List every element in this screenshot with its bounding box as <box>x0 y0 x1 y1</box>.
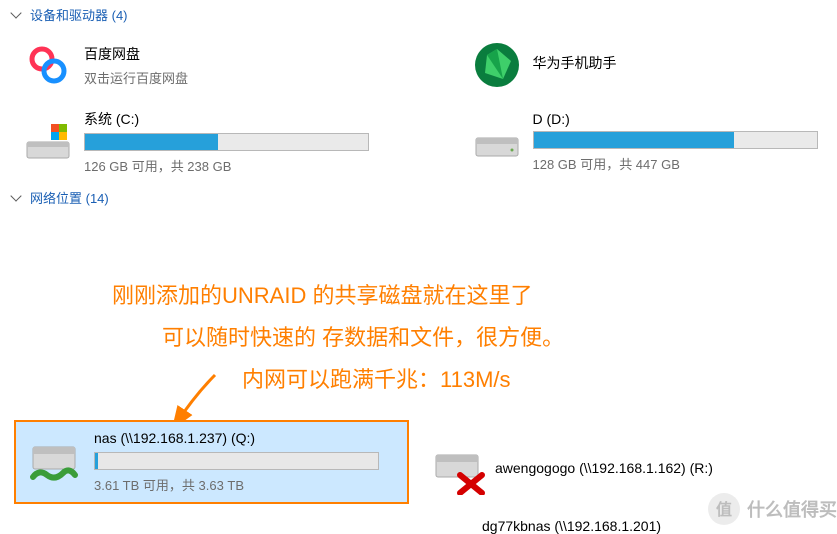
devices-section-header[interactable]: 设备和驱动器 (4) <box>0 0 837 29</box>
network-drive-partial: dg77kbnas (\\192.168.1.201) <box>482 518 661 534</box>
devices-section-title: 设备和驱动器 (4) <box>30 5 128 24</box>
drive-usage-bar <box>84 133 369 151</box>
drive-label: 系统 (C:) <box>84 109 379 129</box>
chevron-down-icon <box>10 190 21 201</box>
app-title: 华为手机助手 <box>533 53 828 73</box>
chevron-down-icon <box>10 7 21 18</box>
svg-text:值: 值 <box>716 500 732 519</box>
huawei-assistant-icon <box>469 37 525 93</box>
devices-apps-row: 百度网盘 双击运行百度网盘 华为手机助手 <box>0 29 837 101</box>
drive-usage-bar <box>533 131 818 149</box>
app-baidu-netdisk[interactable]: 百度网盘 双击运行百度网盘 <box>20 37 379 93</box>
drive-icon <box>20 114 76 170</box>
app-title: 百度网盘 <box>84 44 379 64</box>
watermark-text: 什么值得买 <box>747 496 837 522</box>
network-drive-disconnected-icon <box>427 444 487 496</box>
drive-icon <box>469 114 525 170</box>
drive-c[interactable]: 系统 (C:) 126 GB 可用，共 238 GB <box>20 109 379 175</box>
app-subtitle: 双击运行百度网盘 <box>84 68 379 87</box>
annotation-line1: 刚刚添加的UNRAID 的共享磁盘就在这里了 <box>112 275 564 317</box>
network-drive-usage-text: 3.61 TB 可用，共 3.63 TB <box>94 475 399 494</box>
network-drive-nas[interactable]: nas (\\192.168.1.237) (Q:) 3.61 TB 可用，共 … <box>14 420 409 504</box>
drive-usage-text: 126 GB 可用，共 238 GB <box>84 156 379 175</box>
network-drive-label: nas (\\192.168.1.237) (Q:) <box>94 430 399 446</box>
network-section-title: 网络位置 (14) <box>30 188 109 207</box>
watermark: 值 什么值得买 <box>707 492 837 526</box>
network-section-header[interactable]: 网络位置 (14) <box>0 183 837 212</box>
baidu-netdisk-icon <box>20 37 76 93</box>
network-drive-usage-bar <box>94 452 379 470</box>
network-items-row: nas (\\192.168.1.237) (Q:) 3.61 TB 可用，共 … <box>14 420 787 504</box>
network-drive-label: awengogogo (\\192.168.1.162) (R:) <box>495 458 787 479</box>
app-huawei-assistant[interactable]: 华为手机助手 <box>469 37 828 93</box>
annotation-line2: 可以随时快速的 存数据和文件，很方便。 <box>112 317 564 359</box>
drive-usage-text: 128 GB 可用，共 447 GB <box>533 154 828 173</box>
devices-drives-row: 系统 (C:) 126 GB 可用，共 238 GB D (D:) 128 GB… <box>0 101 837 183</box>
drive-label: D (D:) <box>533 111 828 127</box>
drive-d[interactable]: D (D:) 128 GB 可用，共 447 GB <box>469 109 828 175</box>
network-drive-icon <box>24 436 84 488</box>
watermark-icon: 值 <box>707 492 741 526</box>
